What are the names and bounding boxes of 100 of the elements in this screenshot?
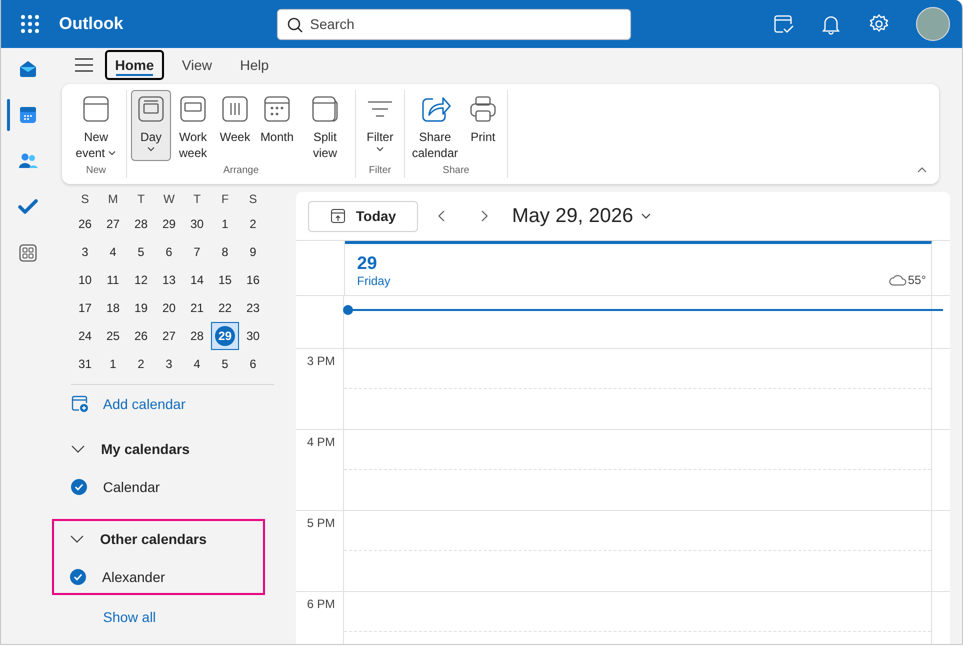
date-cell[interactable]: 5 <box>127 238 155 266</box>
time-label: 3 PM <box>307 354 336 368</box>
date-cell[interactable]: 30 <box>239 322 267 350</box>
add-calendar-link[interactable]: Add calendar <box>71 395 186 413</box>
date-cell[interactable]: 3 <box>71 238 99 266</box>
ribbon-button[interactable]: Week <box>215 90 255 161</box>
ribbon-tab[interactable]: View <box>172 50 222 80</box>
date-cell[interactable]: 8 <box>211 238 239 266</box>
chevron-right-icon <box>479 210 489 222</box>
date-cell[interactable]: 14 <box>183 266 211 294</box>
weekday-label: T <box>136 192 146 208</box>
date-cell[interactable]: 21 <box>183 294 211 322</box>
checkmark-icon <box>73 572 83 582</box>
menu-icon[interactable] <box>75 58 93 72</box>
date-cell[interactable]: 28 <box>183 322 211 350</box>
calendar-group-header[interactable]: Other calendars <box>70 527 207 551</box>
date-cell[interactable]: 7 <box>183 238 211 266</box>
ribbon-group-label: New <box>86 165 106 178</box>
app-name: Outlook <box>59 14 124 34</box>
date-cell[interactable]: 30 <box>183 210 211 238</box>
ribbon-tab[interactable]: Home <box>105 50 164 80</box>
ribbon-tab[interactable]: Help <box>230 50 279 80</box>
chevron-left-icon <box>437 210 447 222</box>
time-label: 4 PM <box>307 435 336 449</box>
date-cell[interactable]: 22 <box>211 294 239 322</box>
weekday-label: W <box>162 192 176 208</box>
date-cell[interactable]: 5 <box>211 350 239 378</box>
weekday-label: F <box>220 192 230 208</box>
search-field[interactable]: Search <box>277 8 631 40</box>
ribbon-group-label: Arrange <box>223 165 259 178</box>
ribbon-button[interactable]: Filter <box>360 90 400 161</box>
checkmark-icon <box>74 482 84 492</box>
date-title[interactable]: May 29, 2026 <box>512 204 652 228</box>
search-icon <box>287 16 303 32</box>
calendar-today-icon <box>330 208 346 224</box>
time-label: 6 PM <box>307 597 336 611</box>
date-cell[interactable]: 16 <box>239 266 267 294</box>
caret-icon <box>641 212 652 220</box>
ribbon-button[interactable]: Month <box>257 90 297 161</box>
date-cell[interactable]: 29 <box>211 322 239 350</box>
date-cell[interactable]: 1 <box>211 210 239 238</box>
ribbon-button[interactable]: Day <box>131 90 171 161</box>
today-button[interactable]: Today <box>308 200 418 232</box>
weekday-label: T <box>192 192 202 208</box>
date-cell[interactable]: 29 <box>155 210 183 238</box>
calendar-icon[interactable] <box>17 104 39 126</box>
calendar-add-icon <box>71 395 89 413</box>
weekday-label: M <box>107 192 119 208</box>
date-cell[interactable]: 4 <box>183 350 211 378</box>
date-cell[interactable]: 27 <box>155 322 183 350</box>
date-cell[interactable]: 18 <box>99 294 127 322</box>
ribbon-button[interactable]: Work week <box>173 90 213 161</box>
day-name: Friday <box>357 274 390 288</box>
date-cell[interactable]: 15 <box>211 266 239 294</box>
date-cell[interactable]: 19 <box>127 294 155 322</box>
app-launcher-icon[interactable] <box>21 15 39 33</box>
date-cell[interactable]: 25 <box>99 322 127 350</box>
date-cell[interactable]: 28 <box>127 210 155 238</box>
day-number: 29 <box>357 253 378 274</box>
date-cell[interactable]: 23 <box>239 294 267 322</box>
date-cell[interactable]: 6 <box>155 238 183 266</box>
date-cell[interactable]: 9 <box>239 238 267 266</box>
date-cell[interactable]: 4 <box>99 238 127 266</box>
ribbon-button[interactable]: Print <box>463 90 503 161</box>
chevron-up-icon[interactable] <box>917 166 927 174</box>
ribbon-button[interactable]: Share calendar <box>409 90 461 161</box>
date-cell[interactable]: 10 <box>71 266 99 294</box>
calendar-checkbox[interactable] <box>70 569 86 585</box>
date-cell[interactable]: 26 <box>127 322 155 350</box>
show-all-link[interactable]: Show all <box>103 609 156 625</box>
weekday-label: S <box>248 192 258 208</box>
date-cell[interactable]: 20 <box>155 294 183 322</box>
date-cell[interactable]: 12 <box>127 266 155 294</box>
calendar-name: Alexander <box>102 569 166 585</box>
date-cell[interactable]: 17 <box>71 294 99 322</box>
date-cell[interactable]: 31 <box>71 350 99 378</box>
calendar-name: Calendar <box>103 479 160 495</box>
date-cell[interactable]: 3 <box>155 350 183 378</box>
date-cell[interactable]: 1 <box>99 350 127 378</box>
calendar-checkbox[interactable] <box>71 479 87 495</box>
temperature: 55° <box>908 273 926 287</box>
ribbon-button[interactable]: Split view <box>299 90 351 161</box>
ribbon-group-label: Share <box>442 165 470 178</box>
date-cell[interactable]: 2 <box>127 350 155 378</box>
ribbon-button[interactable]: New event <box>70 90 122 161</box>
envelope-icon[interactable] <box>17 58 39 80</box>
date-cell[interactable]: 26 <box>71 210 99 238</box>
weekday-label: S <box>80 192 90 208</box>
date-cell[interactable]: 24 <box>71 322 99 350</box>
date-cell[interactable]: 6 <box>239 350 267 378</box>
date-cell[interactable]: 13 <box>155 266 183 294</box>
date-cell[interactable]: 2 <box>239 210 267 238</box>
time-label: 5 PM <box>307 516 336 530</box>
date-cell[interactable]: 11 <box>99 266 127 294</box>
calendar-check-icon[interactable] <box>772 13 794 35</box>
avatar[interactable] <box>916 7 950 41</box>
ribbon-group-label: Filter <box>368 165 392 178</box>
apps-icon[interactable] <box>17 242 39 264</box>
calendar-group-header[interactable]: My calendars <box>71 437 190 461</box>
date-cell[interactable]: 27 <box>99 210 127 238</box>
